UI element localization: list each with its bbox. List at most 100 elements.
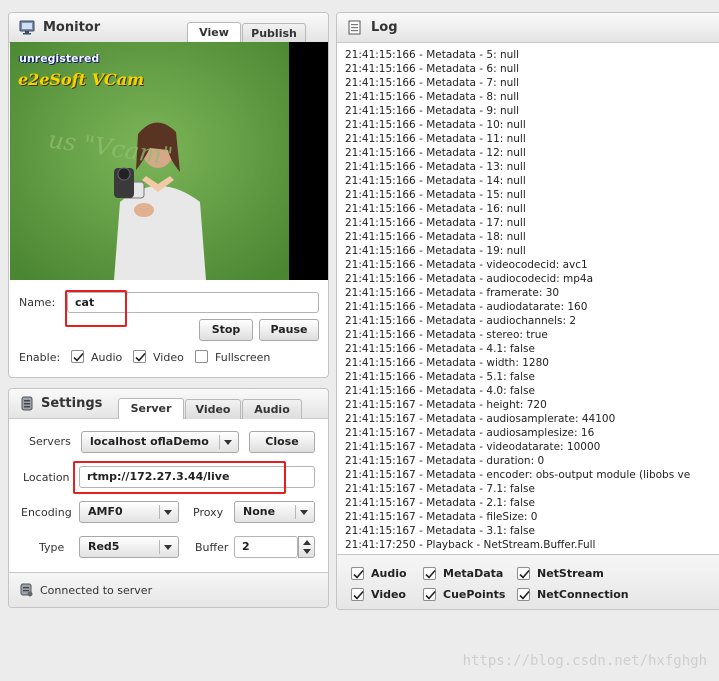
buffer-input[interactable]: 2 (234, 536, 298, 558)
log-line: 21:41:15:166 - Metadata - 16: null (345, 203, 526, 215)
log-line: 21:41:15:167 - Metadata - 3.1: false (345, 525, 535, 537)
settings-header: Settings Server Video Audio (9, 389, 328, 419)
tab-video[interactable]: Video (185, 399, 241, 419)
fullscreen-checkbox[interactable] (195, 350, 208, 363)
location-label: Location (23, 471, 70, 484)
log-line: 21:41:17:250 - Playback - NetStream.Buff… (345, 539, 596, 551)
log-line: 21:41:15:166 - Metadata - audiocodecid: … (345, 273, 594, 285)
log-line: 21:41:15:167 - Metadata - encoder: obs-o… (345, 469, 691, 481)
chevron-down-icon (224, 440, 232, 445)
close-button[interactable]: Close (249, 431, 315, 453)
filter-audio-checkbox[interactable] (351, 567, 364, 580)
monitor-header: Monitor View Publish (9, 13, 328, 43)
log-line: 21:41:15:166 - Metadata - 14: null (345, 175, 526, 187)
log-title: Log (371, 20, 398, 35)
encoding-label: Encoding (21, 506, 72, 519)
proxy-select-value: None (243, 505, 276, 518)
chevron-down-icon (164, 545, 172, 550)
connection-icon (20, 583, 33, 597)
servers-select[interactable]: localhost oflaDemo (81, 431, 239, 453)
tab-audio[interactable]: Audio (242, 399, 302, 419)
settings-panel: Settings Server Video Audio Servers loca… (8, 388, 329, 608)
log-line: 21:41:15:166 - Metadata - 19: null (345, 245, 526, 257)
log-line: 21:41:15:166 - Metadata - 11: null (345, 133, 526, 145)
log-output[interactable]: 21:41:15:166 - Metadata - 5: null 21:41:1… (345, 48, 719, 609)
log-filter-bar: Audio MetaData NetStream Video CuePoints… (337, 554, 719, 609)
servers-select-value: localhost oflaDemo (90, 435, 209, 448)
proxy-label: Proxy (193, 506, 224, 519)
log-line: 21:41:15:166 - Metadata - 6: null (345, 63, 520, 75)
audio-checkbox-label: Audio (91, 351, 123, 364)
stop-button[interactable]: Stop (199, 319, 253, 341)
check-icon (73, 352, 84, 362)
log-line: 21:41:15:166 - Metadata - 8: null (345, 91, 520, 103)
encoding-select[interactable]: AMF0 (79, 501, 179, 523)
check-icon (135, 352, 146, 362)
tab-publish[interactable]: Publish (242, 23, 306, 43)
check-icon (519, 569, 530, 579)
settings-title: Settings (41, 396, 103, 411)
log-panel: Log 21:41:15:166 - Metadata - 5: null 21:… (336, 12, 719, 610)
filter-netstream-checkbox[interactable] (517, 567, 530, 580)
buffer-stepper[interactable] (298, 536, 315, 558)
watermark-text: https://blog.csdn.net/hxfghgh (462, 653, 707, 669)
log-line: 21:41:15:166 - Metadata - 9: null (345, 105, 520, 117)
tab-view[interactable]: View (187, 22, 241, 43)
log-line: 21:41:15:166 - Metadata - audiochannels:… (345, 315, 577, 327)
log-line: 21:41:15:167 - Metadata - duration: 0 (345, 455, 545, 467)
filter-metadata-label: MetaData (443, 567, 504, 580)
video-checkbox-label: Video (153, 351, 184, 364)
log-line: 21:41:15:166 - Metadata - 4.0: false (345, 385, 535, 397)
log-line: 21:41:15:166 - Metadata - 5: null (345, 49, 520, 61)
log-line: 21:41:15:166 - Metadata - 17: null (345, 217, 526, 229)
log-line: 21:41:15:167 - Metadata - videodatarate:… (345, 441, 601, 453)
filter-video-checkbox[interactable] (351, 588, 364, 601)
log-line: 21:41:15:166 - Metadata - videocodecid: … (345, 259, 588, 271)
fullscreen-checkbox-label: Fullscreen (215, 351, 271, 364)
video-checkbox[interactable] (133, 350, 146, 363)
log-line: 21:41:15:166 - Metadata - 13: null (345, 161, 526, 173)
enable-label: Enable: (19, 351, 61, 364)
log-line: 21:41:15:166 - Metadata - audiodatarate:… (345, 301, 588, 313)
monitor-panel: Monitor View Publish us "Vcam" unregiste (8, 12, 329, 378)
vcam-logo-text: e2eSoft VCam (18, 70, 145, 89)
log-line: 21:41:15:166 - Metadata - 18: null (345, 231, 526, 243)
filter-cuepoints-label: CuePoints (443, 588, 506, 601)
log-line: 21:41:15:166 - Metadata - width: 1280 (345, 357, 549, 369)
check-icon (425, 590, 436, 600)
monitor-icon (19, 20, 35, 35)
type-select-value: Red5 (88, 540, 120, 553)
filter-video-label: Video (371, 588, 406, 601)
check-icon (353, 569, 364, 579)
location-highlight-box (73, 461, 286, 494)
chevron-down-icon (300, 510, 308, 515)
proxy-select[interactable]: None (234, 501, 315, 523)
type-label: Type (39, 541, 65, 554)
video-display: us "Vcam" unregistered e2eSoft VCam (10, 42, 328, 280)
filter-metadata-checkbox[interactable] (423, 567, 436, 580)
status-bar: Connected to server (9, 572, 328, 607)
stepper-up-icon[interactable] (303, 540, 311, 545)
audio-checkbox[interactable] (71, 350, 84, 363)
log-line: 21:41:15:167 - Metadata - 7.1: false (345, 483, 535, 495)
log-line: 21:41:15:166 - Metadata - 7: null (345, 77, 520, 89)
tab-server[interactable]: Server (118, 398, 184, 419)
log-line: 21:41:15:166 - Metadata - 5.1: false (345, 371, 535, 383)
log-line: 21:41:15:166 - Metadata - 10: null (345, 119, 526, 131)
filter-netconnection-label: NetConnection (537, 588, 629, 601)
filter-cuepoints-checkbox[interactable] (423, 588, 436, 601)
filter-netconnection-checkbox[interactable] (517, 588, 530, 601)
filter-audio-label: Audio (371, 567, 407, 580)
vcam-unregistered-label: unregistered (19, 52, 100, 65)
type-select[interactable]: Red5 (79, 536, 179, 558)
filter-netstream-label: NetStream (537, 567, 604, 580)
pause-button[interactable]: Pause (259, 319, 319, 341)
stepper-down-icon[interactable] (303, 549, 311, 554)
log-line: 21:41:15:166 - Metadata - 4.1: false (345, 343, 535, 355)
log-line: 21:41:15:166 - Metadata - stereo: true (345, 329, 548, 341)
status-text: Connected to server (40, 584, 153, 597)
check-icon (425, 569, 436, 579)
name-label: Name: (19, 296, 56, 309)
monitor-title: Monitor (43, 20, 101, 35)
log-icon (348, 20, 361, 35)
